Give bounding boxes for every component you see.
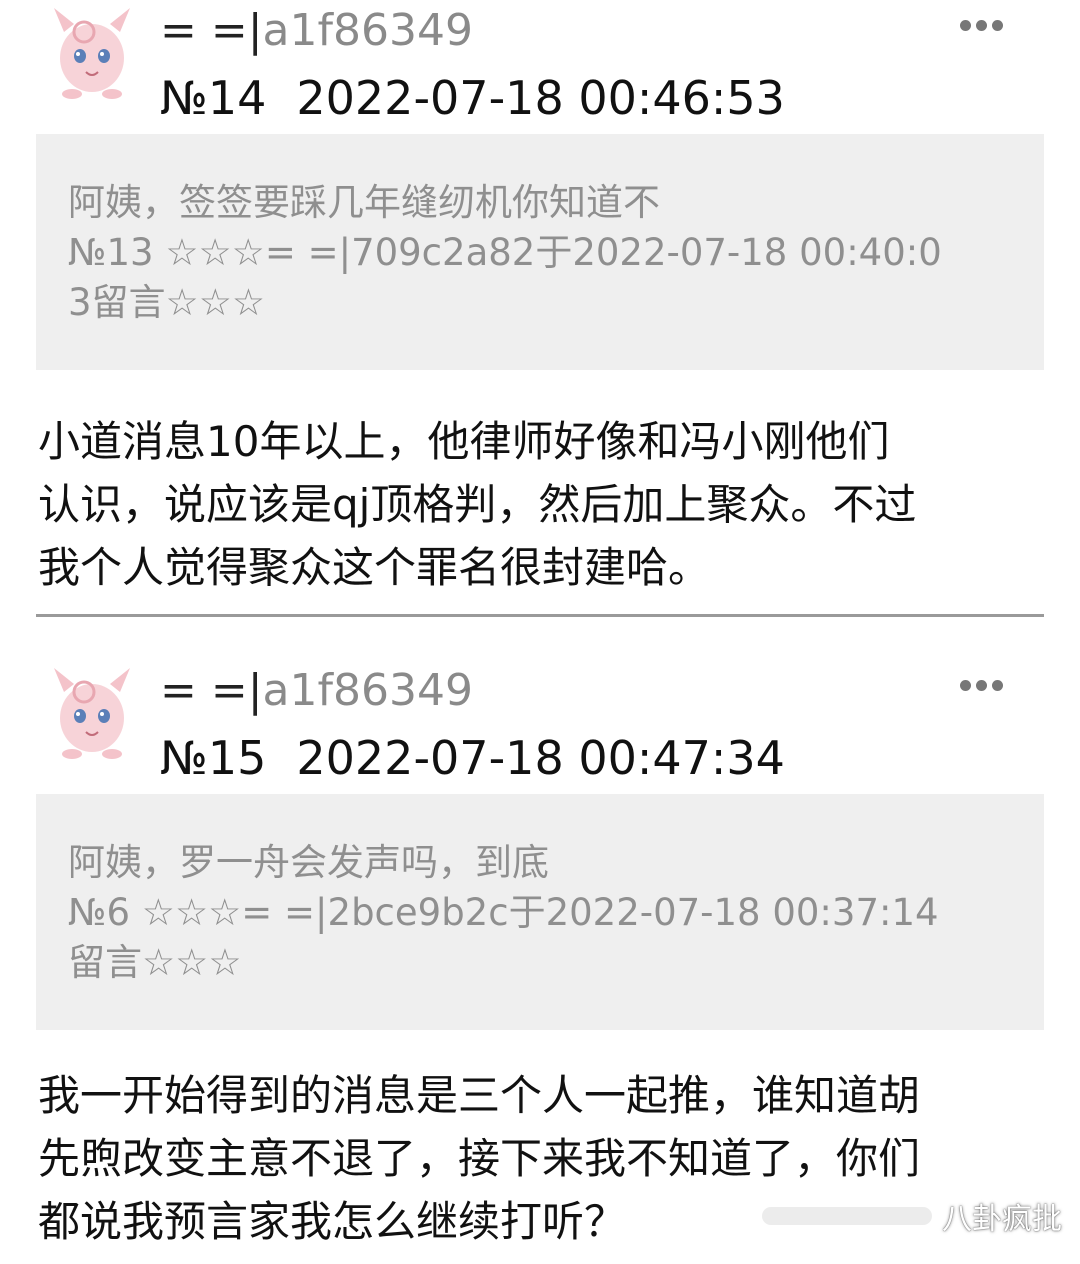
pink-character-avatar-icon[interactable] [44, 662, 140, 762]
post-divider [36, 614, 1044, 617]
quote-line: 3留言☆☆☆ [68, 281, 266, 324]
post-number: №15 [160, 731, 267, 785]
quote-line: №6 ☆☆☆= =|2bce9b2c于2022-07-18 00:37:14 [68, 891, 939, 934]
quoted-reply: 阿姨，罗一舟会发声吗，到底 №6 ☆☆☆= =|2bce9b2c于2022-07… [36, 794, 1044, 1030]
post-timestamp: 2022-07-18 00:47:34 [296, 731, 785, 785]
post-body: 小道消息10年以上，他律师好像和冯小刚他们 认识，说应该是qj顶格判，然后加上聚… [38, 410, 1048, 599]
post-meta: №15 2022-07-18 00:47:34 [160, 732, 785, 784]
more-dots-icon[interactable] [960, 680, 1004, 692]
username[interactable]: = =|a1f86349 [160, 6, 473, 56]
quote-line: №13 ☆☆☆= =|709c2a82于2022-07-18 00:40:0 [68, 231, 942, 274]
watermark-bar [762, 1207, 932, 1225]
pink-character-avatar-icon[interactable] [44, 2, 140, 102]
post-number: №14 [160, 71, 267, 125]
quote-line: 阿姨，罗一舟会发声吗，到底 [68, 841, 549, 884]
body-line: 认识，说应该是qj顶格判，然后加上聚众。不过 [38, 480, 917, 529]
user-prefix: = =| [160, 5, 263, 56]
body-line: 我一开始得到的消息是三个人一起推，谁知道胡 [38, 1071, 921, 1120]
body-line: 小道消息10年以上，他律师好像和冯小刚他们 [38, 417, 890, 466]
quote-line: 留言☆☆☆ [68, 941, 242, 984]
watermark: 八卦疯批 [762, 1194, 1062, 1238]
quote-line: 阿姨，签签要踩几年缝纫机你知道不 [68, 181, 660, 224]
watermark-text: 八卦疯批 [942, 1202, 1062, 1237]
body-line: 先煦改变主意不退了，接下来我不知道了，你们 [38, 1134, 921, 1183]
post-meta: №14 2022-07-18 00:46:53 [160, 72, 785, 124]
post-14: = =|a1f86349 №14 2022-07-18 00:46:53 阿姨，签… [0, 0, 1080, 612]
post-timestamp: 2022-07-18 00:46:53 [296, 71, 785, 125]
quoted-reply: 阿姨，签签要踩几年缝纫机你知道不 №13 ☆☆☆= =|709c2a82于202… [36, 134, 1044, 370]
post-15: = =|a1f86349 №15 2022-07-18 00:47:34 阿姨，罗… [0, 640, 1080, 1264]
user-prefix: = =| [160, 665, 263, 716]
more-dots-icon[interactable] [960, 20, 1004, 32]
user-id: a1f86349 [262, 5, 473, 56]
user-id: a1f86349 [262, 665, 473, 716]
body-line: 我个人觉得聚众这个罪名很封建哈。 [38, 543, 711, 592]
username[interactable]: = =|a1f86349 [160, 666, 473, 716]
